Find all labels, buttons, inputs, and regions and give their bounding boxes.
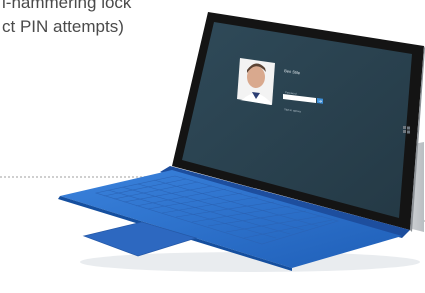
user-avatar: [237, 58, 275, 105]
promo-image: i-hammering lock ct PIN attempts) Ben St…: [0, 0, 425, 293]
tablet-illustration: Ben Stile Password Sign-in options: [58, 12, 425, 272]
submit-arrow-button[interactable]: [317, 98, 323, 104]
